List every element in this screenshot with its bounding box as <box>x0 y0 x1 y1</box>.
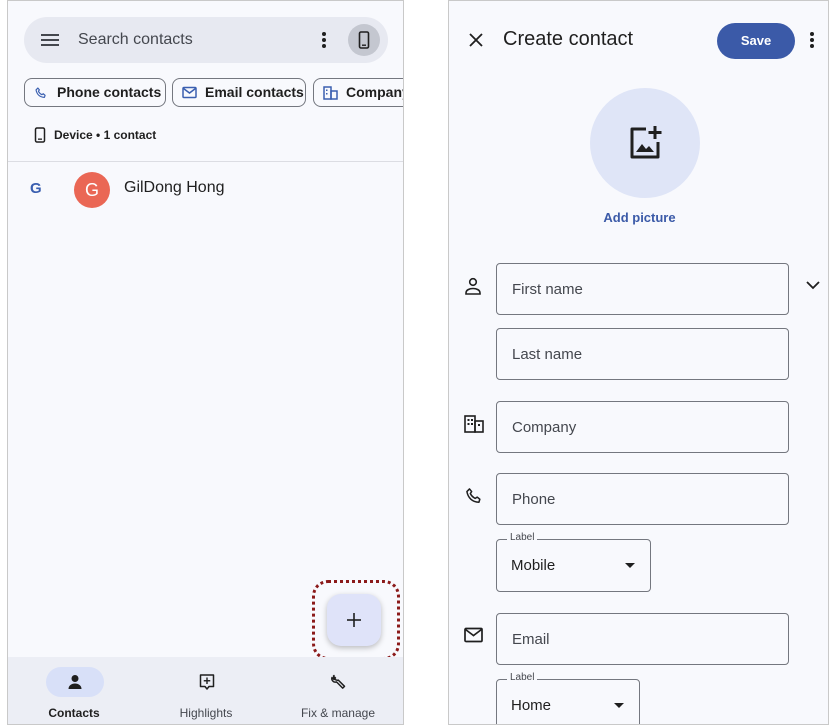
dropdown-arrow-icon <box>614 703 624 708</box>
nav-highlights[interactable]: Highlights <box>140 657 272 724</box>
dropdown-arrow-icon <box>625 563 635 568</box>
last-name-placeholder: Last name <box>512 346 583 363</box>
nav-active-indicator <box>46 667 104 697</box>
email-placeholder: Email <box>512 631 550 648</box>
search-input[interactable]: Search contacts <box>78 31 193 49</box>
phone-icon <box>466 488 481 503</box>
chip-label: Email contacts <box>205 84 304 100</box>
filter-chips: Phone contacts Email contacts Company <box>24 78 404 110</box>
phone-label-select[interactable]: Label Mobile <box>496 532 651 592</box>
chevron-down-icon[interactable] <box>805 279 821 291</box>
last-name-field[interactable]: Last name <box>496 328 789 380</box>
close-icon[interactable] <box>467 31 485 49</box>
search-bar[interactable]: Search contacts <box>24 17 388 63</box>
person-icon <box>68 675 82 689</box>
chip-label: Company <box>346 84 404 100</box>
create-contact-screen: Create contact Save Add picture First na… <box>448 0 829 725</box>
more-vert-icon[interactable] <box>316 29 332 51</box>
account-button[interactable] <box>348 24 380 56</box>
company-field[interactable]: Company <box>496 401 789 453</box>
nav-icon-container <box>310 667 368 697</box>
add-picture-button[interactable] <box>590 88 700 198</box>
nav-contacts[interactable]: Contacts <box>8 657 140 724</box>
email-icon <box>464 627 483 643</box>
wrench-icon <box>331 674 346 689</box>
company-placeholder: Company <box>512 419 577 436</box>
contact-name: GilDong Hong <box>124 179 225 196</box>
phone-field[interactable]: Phone <box>496 473 789 525</box>
avatar: G <box>74 172 110 208</box>
contacts-screen: Search contacts Phone contacts Email con… <box>7 0 404 725</box>
add-photo-icon <box>630 126 662 159</box>
select-legend: Label <box>507 532 538 543</box>
email-field[interactable]: Email <box>496 613 789 665</box>
phone-device-icon <box>34 127 46 143</box>
select-legend: Label <box>507 672 538 683</box>
email-label-select[interactable]: Label Home <box>496 672 640 724</box>
chip-email-contacts[interactable]: Email contacts <box>172 78 306 107</box>
nav-label: Contacts <box>48 706 100 720</box>
first-name-placeholder: First name <box>512 281 583 298</box>
page-title: Create contact <box>503 28 634 50</box>
divider <box>8 161 403 162</box>
email-icon <box>182 86 197 99</box>
first-name-field[interactable]: First name <box>496 263 789 315</box>
phone-placeholder: Phone <box>512 491 556 508</box>
device-summary-text: Device • 1 contact <box>54 128 157 142</box>
add-contact-fab[interactable] <box>327 594 381 646</box>
contact-list-item[interactable]: G G GilDong Hong <box>8 169 403 209</box>
phone-device-icon <box>358 31 370 49</box>
chip-company[interactable]: Company <box>313 78 404 107</box>
nav-label: Highlights <box>179 706 233 720</box>
select-value: Mobile <box>511 557 556 574</box>
person-outline-icon <box>465 277 481 295</box>
nav-fix-manage[interactable]: Fix & manage <box>272 657 403 724</box>
section-letter: G <box>30 180 42 197</box>
highlights-icon <box>199 674 215 690</box>
more-vert-icon[interactable] <box>807 29 817 51</box>
nav-icon-container <box>178 667 236 697</box>
chip-phone-contacts[interactable]: Phone contacts <box>24 78 166 107</box>
bottom-navigation: Contacts Highlights Fix & manage <box>8 657 403 724</box>
select-value: Home <box>511 697 552 714</box>
chip-label: Phone contacts <box>57 84 162 100</box>
hamburger-menu-icon[interactable] <box>40 31 60 49</box>
building-icon <box>323 86 338 100</box>
phone-icon <box>35 87 46 98</box>
save-button[interactable]: Save <box>717 23 795 59</box>
plus-icon <box>347 613 361 627</box>
add-picture-link[interactable]: Add picture <box>449 210 828 225</box>
nav-label: Fix & manage <box>300 706 376 720</box>
building-icon <box>464 415 484 433</box>
